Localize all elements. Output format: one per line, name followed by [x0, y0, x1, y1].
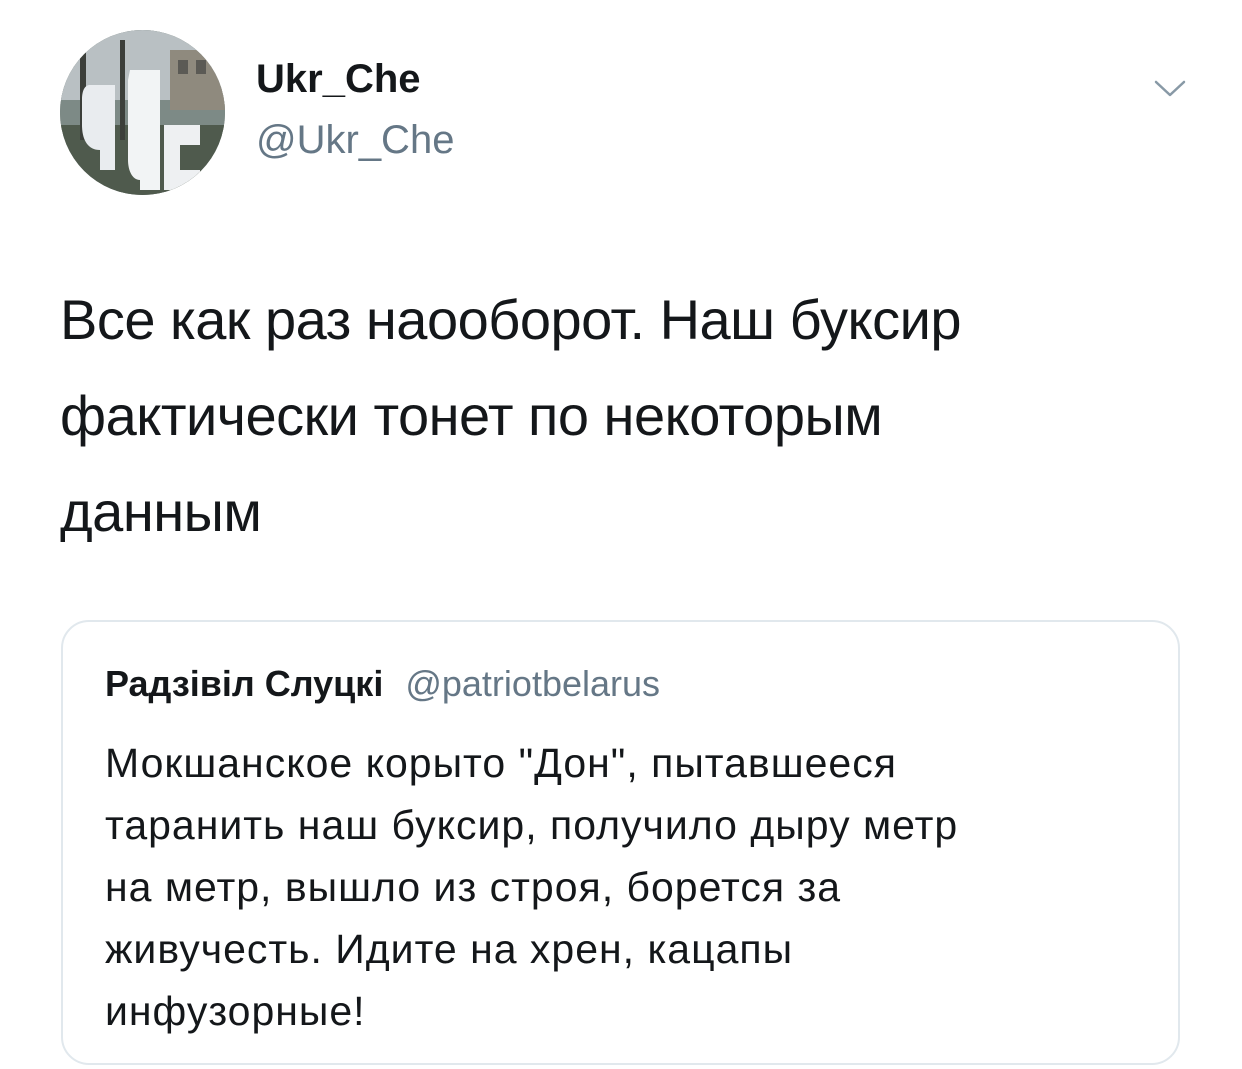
tweet-text-line: данным	[60, 480, 262, 543]
quoted-author-display-name: Радзівіл Слуцкі	[105, 663, 384, 704]
quoted-text-line: Мокшанское корыто "Дон", пытавшееся	[105, 740, 897, 786]
tweet-menu-button[interactable]	[1148, 72, 1192, 104]
quoted-text-line: живучесть. Идите на хрен, кацапы	[105, 926, 794, 972]
quoted-text-line: инфузорные!	[105, 988, 366, 1034]
author-display-name[interactable]: Ukr_Che	[256, 55, 421, 103]
tweet-text: Все как раз наооборот. Наш буксир фактич…	[60, 272, 1190, 560]
avatar-photo-icon	[60, 30, 225, 195]
author-handle[interactable]: @Ukr_Che	[256, 116, 454, 164]
tweet-text-line: фактически тонет по некоторым	[60, 384, 883, 447]
quoted-author-handle: @patriotbelarus	[405, 663, 661, 704]
tweet: Ukr_Che @Ukr_Che Все как раз наооборот. …	[0, 0, 1242, 1069]
quoted-text-line: таранить наш буксир, получило дыру метр	[105, 802, 959, 848]
quoted-tweet-card[interactable]: Радзівіл Слуцкі @patriotbelarus Мокшанск…	[61, 620, 1180, 1065]
avatar[interactable]	[60, 30, 225, 195]
quoted-tweet-header: Радзівіл Слуцкі @patriotbelarus	[105, 662, 660, 706]
quoted-text-line: на метр, вышло из строя, борется за	[105, 864, 842, 910]
quoted-tweet-text: Мокшанское корыто "Дон", пытавшееся тара…	[105, 732, 1115, 1042]
tweet-text-line: Все как раз наооборот. Наш буксир	[60, 288, 962, 351]
chevron-down-icon	[1154, 80, 1186, 97]
